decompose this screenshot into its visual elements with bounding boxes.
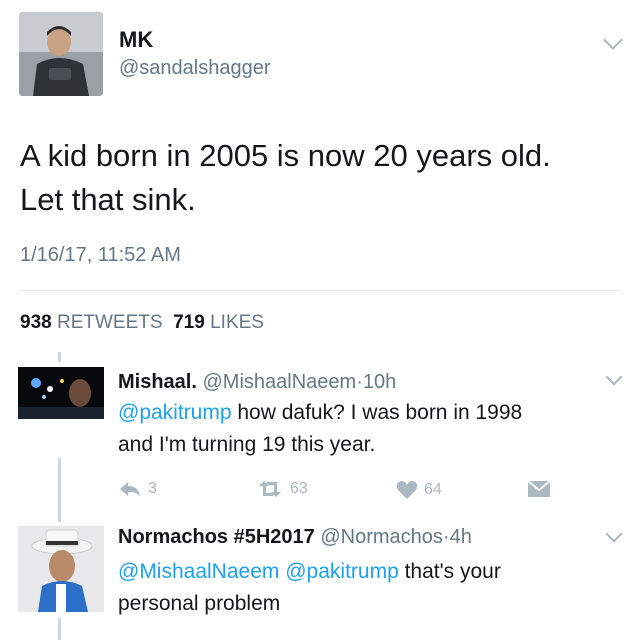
tweet-timestamp[interactable]: 1/16/17, 11:52 AM bbox=[20, 244, 181, 267]
tweet-stats: 938 RETWEETS 719 LIKES bbox=[20, 312, 264, 334]
avatar[interactable] bbox=[19, 12, 103, 96]
tweet-text-line-1: A kid born in 2005 is now 20 years old. bbox=[20, 138, 551, 173]
avatar[interactable] bbox=[18, 526, 104, 612]
thread-line bbox=[58, 618, 61, 640]
reply-time[interactable]: 4h bbox=[450, 526, 472, 548]
like-action[interactable]: 64 bbox=[396, 480, 442, 500]
reply-text-rest: how dafuk? I was born in 1998 bbox=[231, 401, 523, 424]
chevron-down-icon[interactable] bbox=[605, 368, 623, 386]
tweet-text-line-2: Let that sink. bbox=[20, 182, 196, 217]
reply-time[interactable]: 10h bbox=[363, 371, 396, 393]
avatar[interactable] bbox=[18, 367, 104, 419]
reply-icon bbox=[120, 482, 140, 496]
user-handle[interactable]: @sandalshagger bbox=[119, 57, 271, 80]
thread-line bbox=[58, 352, 61, 362]
reply-author-handle[interactable]: @Normachos bbox=[320, 526, 443, 548]
reply-author-name[interactable]: Normachos #5H2017 bbox=[118, 526, 315, 548]
separator-dot: · bbox=[442, 526, 450, 548]
reply-count: 3 bbox=[148, 480, 157, 497]
like-count: 64 bbox=[424, 481, 442, 498]
display-name[interactable]: MK bbox=[119, 27, 153, 53]
mention-link[interactable]: @pakitrump bbox=[285, 560, 399, 583]
reply-text-line-2: personal problem bbox=[118, 592, 281, 615]
reply-text-line-2: and I'm turning 19 this year. bbox=[118, 433, 376, 456]
divider bbox=[20, 290, 620, 291]
reply-author-handle[interactable]: @MishaalNaeem bbox=[202, 371, 356, 393]
chevron-down-icon[interactable] bbox=[605, 525, 623, 543]
reply-text-rest: that's your bbox=[398, 560, 501, 583]
reply-author-name[interactable]: Mishaal. bbox=[118, 371, 197, 393]
retweet-count: 63 bbox=[290, 480, 308, 497]
reply-header: Mishaal. @MishaalNaeem·10h bbox=[118, 371, 396, 394]
envelope-icon bbox=[527, 480, 551, 497]
thread-line bbox=[58, 458, 61, 522]
like-stat[interactable]: 719 LIKES bbox=[173, 312, 264, 333]
like-label: LIKES bbox=[210, 312, 264, 333]
retweet-action[interactable]: 63 bbox=[256, 480, 308, 498]
retweet-icon bbox=[259, 481, 281, 497]
like-count: 719 bbox=[173, 312, 205, 333]
reply-text: @MishaalNaeem @pakitrump that's your per… bbox=[118, 556, 628, 620]
separator-dot: · bbox=[356, 371, 363, 393]
reply-text: @pakitrump how dafuk? I was born in 1998… bbox=[118, 397, 628, 461]
tweet-text: A kid born in 2005 is now 20 years old. … bbox=[20, 134, 620, 222]
reply-action[interactable]: 3 bbox=[118, 480, 157, 498]
reply-header: Normachos #5H2017 @Normachos·4h bbox=[118, 526, 472, 549]
chevron-down-icon[interactable] bbox=[603, 30, 623, 50]
retweet-count: 938 bbox=[20, 312, 52, 333]
mention-link[interactable]: @MishaalNaeem bbox=[118, 560, 279, 583]
retweet-label: RETWEETS bbox=[56, 312, 163, 333]
heart-icon bbox=[396, 481, 418, 499]
mention-link[interactable]: @pakitrump bbox=[118, 401, 232, 424]
retweet-stat[interactable]: 938 RETWEETS bbox=[20, 312, 163, 333]
direct-message-action[interactable] bbox=[526, 478, 552, 500]
